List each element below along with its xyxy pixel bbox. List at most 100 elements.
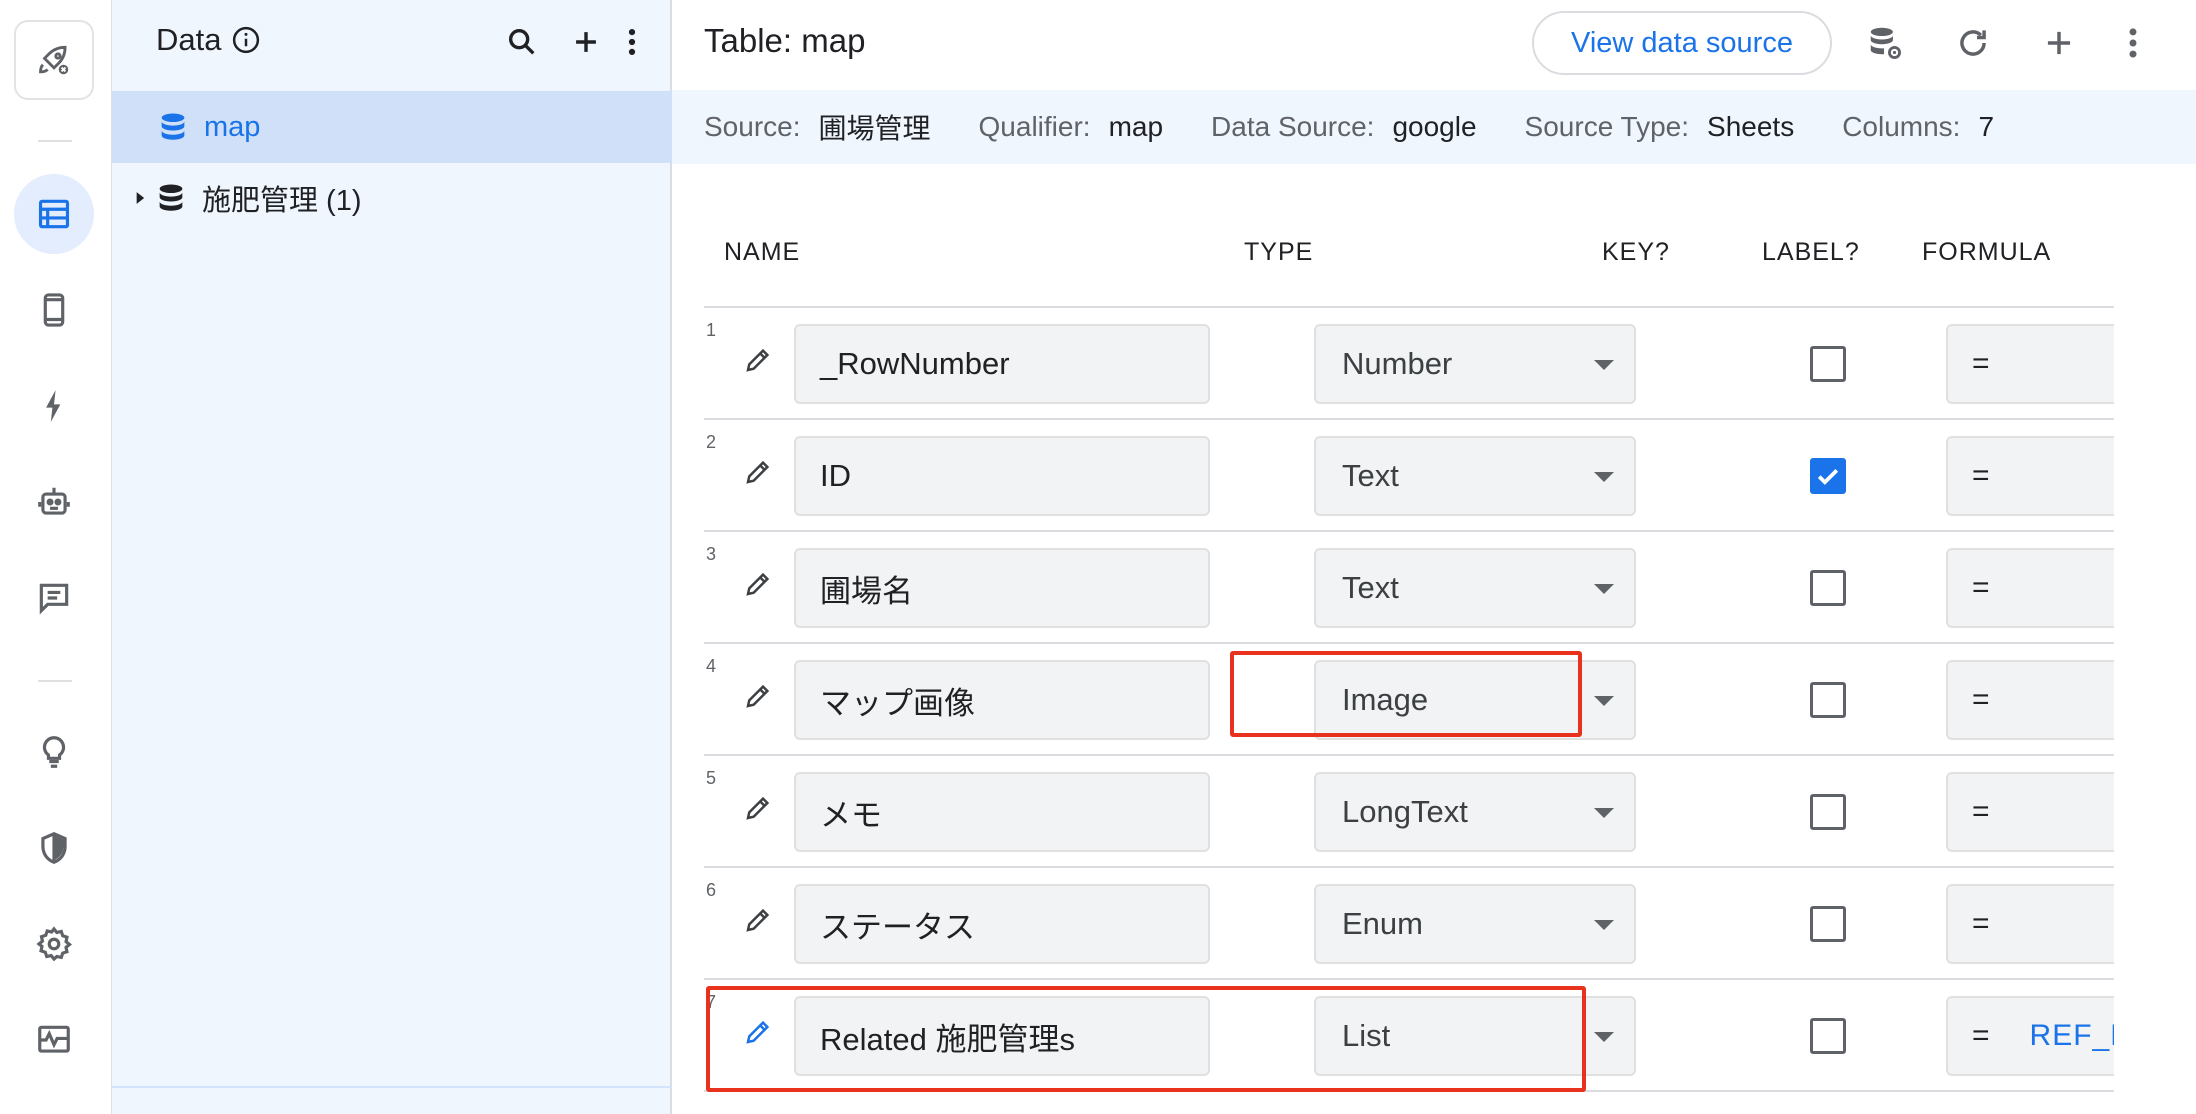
column-type-select[interactable]: Text	[1314, 548, 1636, 628]
plus-icon	[576, 32, 596, 52]
column-type-select[interactable]: LongText	[1314, 772, 1636, 852]
chevron-down-icon	[1594, 1032, 1614, 1042]
column-name-input[interactable]: ステータス	[794, 884, 1210, 964]
column-header-name: NAME	[724, 238, 801, 266]
column-type-select[interactable]: Enum	[1314, 884, 1636, 964]
monitor-pulse-icon	[38, 1025, 70, 1053]
search-icon	[508, 28, 535, 55]
row-number: 2	[706, 432, 717, 452]
column-name-input[interactable]: メモ	[794, 772, 1210, 852]
formula-input[interactable]: = REF_R	[1946, 996, 2114, 1076]
key-checkbox[interactable]	[1810, 682, 1846, 718]
row-number: 6	[706, 880, 717, 900]
info-label: Columns:	[1842, 111, 1961, 142]
formula-ref-text: REF_R	[2029, 1019, 2114, 1052]
key-checkbox[interactable]	[1810, 458, 1846, 494]
column-type-value: Number	[1342, 346, 1453, 381]
formula-input[interactable]: =	[1946, 884, 2114, 964]
formula-input[interactable]: =	[1946, 660, 2114, 740]
edit-column-button[interactable]	[738, 564, 778, 604]
caret-right-icon[interactable]	[130, 188, 150, 208]
rail-settings-button[interactable]	[14, 904, 94, 984]
column-type-value: Text	[1342, 570, 1399, 605]
more-vert-icon	[628, 28, 636, 56]
key-checkbox[interactable]	[1810, 1018, 1846, 1054]
refresh-button[interactable]	[1948, 18, 1998, 68]
panel-divider	[112, 1086, 672, 1088]
info-icon[interactable]	[231, 25, 261, 55]
info-value: google	[1392, 111, 1477, 142]
view-data-source-button[interactable]: View data source	[1532, 11, 1832, 75]
table-icon	[38, 199, 70, 229]
plus-icon	[2047, 31, 2071, 55]
table-editor: Table: map View data source Source: 圃場管理…	[672, 0, 2196, 1114]
data-panel-menu-button[interactable]	[610, 20, 654, 64]
table-menu-button[interactable]	[2108, 18, 2158, 68]
info-label: Source:	[704, 111, 801, 142]
add-column-button[interactable]	[2034, 18, 2084, 68]
search-button[interactable]	[500, 20, 544, 64]
key-checkbox[interactable]	[1810, 906, 1846, 942]
key-checkbox[interactable]	[1810, 794, 1846, 830]
formula-input[interactable]: =	[1946, 324, 2114, 404]
row-number: 4	[706, 656, 717, 676]
column-name-input[interactable]: マップ画像	[794, 660, 1210, 740]
gear-icon	[36, 926, 73, 962]
formula-equals: =	[1972, 683, 1990, 716]
tree-item-label: 施肥管理 (1)	[202, 185, 362, 217]
rail-actions-button[interactable]	[14, 366, 94, 446]
pencil-icon	[746, 460, 770, 484]
rail-security-button[interactable]	[14, 808, 94, 888]
chevron-down-icon	[1594, 472, 1614, 482]
rail-monitor-button[interactable]	[14, 1000, 94, 1080]
rail-data-button[interactable]	[14, 174, 94, 254]
edit-column-button[interactable]	[738, 340, 778, 380]
robot-icon	[38, 487, 70, 515]
key-checkbox[interactable]	[1810, 346, 1846, 382]
lightning-icon	[46, 390, 61, 422]
pencil-icon	[746, 908, 770, 932]
chevron-down-icon	[1594, 696, 1614, 706]
tree-item-fertilizer[interactable]: 施肥管理 (1)	[112, 162, 672, 234]
data-source-settings-button[interactable]	[1860, 18, 1910, 68]
add-table-button[interactable]	[564, 20, 608, 64]
rail-views-button[interactable]	[14, 270, 94, 350]
formula-input[interactable]: =	[1946, 436, 2114, 516]
info-qualifier: Qualifier: map	[979, 111, 1164, 143]
app-logo-button[interactable]	[14, 20, 94, 100]
tree-item-map[interactable]: map	[112, 91, 672, 163]
rail-tips-button[interactable]	[14, 712, 94, 792]
table-row: 3 圃場名 Text =	[704, 532, 2114, 644]
rail-automation-button[interactable]	[14, 462, 94, 542]
rail-intelligence-button[interactable]	[14, 558, 94, 638]
shield-icon	[41, 832, 67, 864]
row-number: 5	[706, 768, 717, 788]
edit-column-button[interactable]	[738, 900, 778, 940]
database-icon	[161, 113, 185, 140]
page-title: Table: map	[704, 22, 866, 59]
info-source: Source: 圃場管理	[704, 107, 931, 147]
column-name-input[interactable]: 圃場名	[794, 548, 1210, 628]
edit-column-button[interactable]	[738, 452, 778, 492]
data-panel: Data map 施肥管理 (1)	[112, 0, 672, 1114]
column-type-select[interactable]: Number	[1314, 324, 1636, 404]
column-header-formula: FORMULA	[1922, 238, 2052, 266]
data-panel-title: Data	[156, 22, 261, 58]
rail-divider	[38, 680, 72, 682]
formula-input[interactable]: =	[1946, 548, 2114, 628]
column-name-input[interactable]: _RowNumber	[794, 324, 1210, 404]
edit-column-button[interactable]	[738, 676, 778, 716]
highlight-box-image-type	[1230, 651, 1582, 737]
nav-rail	[0, 0, 112, 1114]
database-gear-icon	[1870, 27, 1901, 59]
key-checkbox[interactable]	[1810, 570, 1846, 606]
formula-input[interactable]: =	[1946, 772, 2114, 852]
edit-column-button[interactable]	[738, 788, 778, 828]
rail-divider	[38, 140, 72, 142]
column-name-input[interactable]: ID	[794, 436, 1210, 516]
info-label: Data Source:	[1211, 111, 1375, 142]
rocket-icon	[39, 45, 69, 75]
refresh-icon	[1960, 30, 1986, 56]
column-type-select[interactable]: Text	[1314, 436, 1636, 516]
column-type-value: Text	[1342, 458, 1399, 493]
